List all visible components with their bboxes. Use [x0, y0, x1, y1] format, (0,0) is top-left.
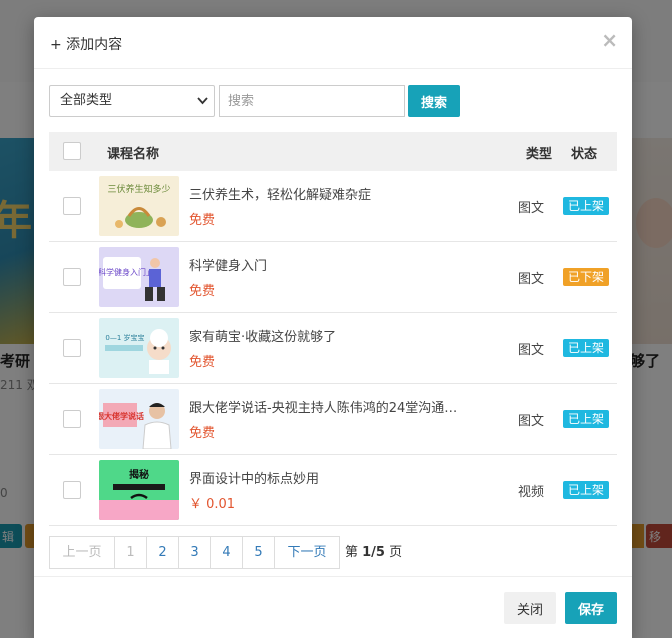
table-row[interactable]: 揭秘 界面设计中的标点妙用 ￥ 0.01 视频 已上架 — [49, 455, 617, 526]
course-price: 免费 — [189, 284, 216, 299]
course-thumbnail: 0—1 岁宝宝 — [99, 318, 179, 378]
type-select-value: 全部类型 — [60, 93, 113, 108]
modal-header: + 添加内容 × — [34, 17, 632, 69]
course-type: 图文 — [518, 414, 545, 429]
course-price: 免费 — [189, 426, 216, 441]
next-page-button[interactable]: 下一页 — [274, 536, 340, 569]
course-title: 界面设计中的标点妙用 — [189, 472, 320, 487]
course-thumbnail: 「科学健身入门」 — [99, 247, 179, 307]
search-button[interactable]: 搜索 — [408, 85, 460, 117]
type-select[interactable]: 全部类型 — [49, 85, 215, 117]
course-thumbnail: 三伏养生知多少 — [99, 176, 179, 236]
course-type: 图文 — [518, 272, 545, 287]
table-row[interactable]: 跟大佬学说话 跟大佬学说话-央视主持人陈伟鸿的24堂沟通… 免费 图文 已上架 — [49, 384, 617, 455]
search-input[interactable] — [219, 85, 405, 117]
page-info-prefix: 第 — [345, 545, 363, 560]
course-table: 课程名称 类型 状态 三伏养生知多少 三伏养生术，轻松化解疑难杂症 免费 图文 … — [49, 132, 617, 526]
row-checkbox[interactable] — [63, 268, 81, 286]
table-header: 课程名称 类型 状态 — [49, 132, 617, 171]
page-info: 第 1/5 页 — [345, 536, 402, 569]
page-3-button[interactable]: 3 — [178, 536, 211, 569]
page-info-suffix: 页 — [384, 545, 403, 560]
header-status: 状态 — [571, 147, 598, 162]
course-thumbnail: 跟大佬学说话 — [99, 389, 179, 449]
status-badge: 已上架 — [563, 197, 610, 215]
course-price: 免费 — [189, 355, 216, 370]
course-title: 三伏养生术，轻松化解疑难杂症 — [189, 188, 372, 203]
thumbnail-caption: 揭秘 — [129, 468, 149, 481]
row-checkbox[interactable] — [63, 481, 81, 499]
course-thumbnail: 揭秘 — [99, 460, 179, 520]
course-title: 跟大佬学说话-央视主持人陈伟鸿的24堂沟通… — [189, 401, 458, 416]
status-badge: 已上架 — [563, 339, 610, 357]
course-price: 免费 — [189, 213, 216, 228]
status-badge: 已下架 — [563, 268, 610, 286]
prev-page-button[interactable]: 上一页 — [49, 536, 115, 569]
modal-footer: 关闭 保存 — [34, 576, 632, 638]
course-type: 图文 — [518, 343, 545, 358]
course-type: 视频 — [518, 485, 545, 500]
save-button[interactable]: 保存 — [565, 592, 617, 624]
row-checkbox[interactable] — [63, 339, 81, 357]
page-2-button[interactable]: 2 — [146, 536, 179, 569]
page-5-button[interactable]: 5 — [242, 536, 275, 569]
header-type: 类型 — [526, 147, 553, 162]
table-row[interactable]: 0—1 岁宝宝 家有萌宝·收藏这份就够了 免费 图文 已上架 — [49, 313, 617, 384]
course-price: ￥ 0.01 — [189, 497, 236, 512]
thumbnail-caption: 0—1 岁宝宝 — [105, 333, 144, 342]
close-icon[interactable]: × — [601, 28, 618, 52]
chevron-down-icon — [197, 86, 208, 128]
course-type: 图文 — [518, 201, 545, 216]
status-badge: 已上架 — [563, 481, 610, 499]
filter-bar: 全部类型 搜索 — [49, 85, 619, 117]
course-title: 科学健身入门 — [189, 259, 268, 274]
modal-title: + 添加内容 — [50, 37, 123, 53]
thumbnail-caption: 三伏养生知多少 — [107, 183, 170, 195]
close-button[interactable]: 关闭 — [504, 592, 556, 624]
table-row[interactable]: 「科学健身入门」 科学健身入门 免费 图文 已下架 — [49, 242, 617, 313]
row-checkbox[interactable] — [63, 197, 81, 215]
page-1-button[interactable]: 1 — [114, 536, 147, 569]
select-all-checkbox[interactable] — [63, 142, 81, 160]
add-content-modal: + 添加内容 × 全部类型 搜索 课程名称 类型 状态 三伏养生知多少 — [34, 17, 632, 638]
table-row[interactable]: 三伏养生知多少 三伏养生术，轻松化解疑难杂症 免费 图文 已上架 — [49, 171, 617, 242]
status-badge: 已上架 — [563, 410, 610, 428]
pagination: 上一页 1 2 3 4 5 下一页 第 1/5 页 — [49, 536, 402, 569]
thumbnail-caption: 「科学健身入门」 — [99, 267, 154, 277]
page-info-current: 1/5 — [362, 545, 385, 560]
page-4-button[interactable]: 4 — [210, 536, 243, 569]
row-checkbox[interactable] — [63, 410, 81, 428]
header-course-name: 课程名称 — [107, 147, 160, 162]
thumbnail-caption: 跟大佬学说话 — [99, 411, 144, 421]
course-title: 家有萌宝·收藏这份就够了 — [189, 330, 337, 345]
